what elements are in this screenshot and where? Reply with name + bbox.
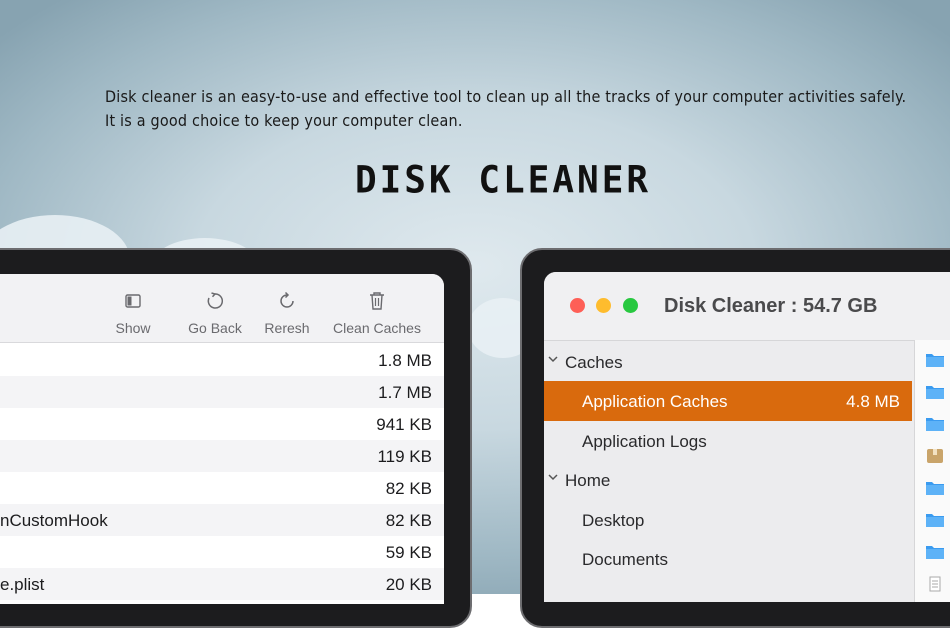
go-back-label: Go Back	[188, 320, 242, 336]
left-window: Show Go Back Reresh Clean Caches 1.8 MB …	[0, 274, 444, 604]
sidebar-item-label: Desktop	[582, 511, 645, 530]
go-back-button[interactable]: Go Back	[184, 288, 246, 336]
row-size: 1.7 MB	[378, 383, 432, 402]
folder-icon	[926, 546, 944, 559]
sidebar-item-label: Application Logs	[582, 432, 707, 451]
chevron-down-icon	[548, 356, 558, 363]
sidebar-item-application-caches[interactable]: Application Caches 4.8 MB	[544, 381, 912, 421]
window-title: Disk Cleaner : 54.7 GB	[664, 295, 878, 317]
row-name: nCustomHook	[0, 511, 108, 530]
sidebar-group-label: Home	[565, 471, 611, 490]
file-icon-column	[914, 340, 950, 602]
package-icon	[927, 449, 943, 463]
show-button[interactable]: Show	[110, 288, 156, 336]
title-bar: Disk Cleaner : 54.7 GB	[544, 272, 950, 341]
folder-icon	[926, 354, 944, 367]
row-name: e.plist	[0, 575, 45, 594]
table-row[interactable]: e.plist 20 KB	[0, 568, 444, 600]
undo-circle-icon	[184, 288, 246, 314]
folder-icon	[926, 514, 944, 527]
document-icon	[929, 576, 941, 592]
sidebar-group-caches[interactable]: Caches	[544, 342, 912, 382]
sidebar-item-application-logs[interactable]: Application Logs	[544, 421, 912, 461]
table-row[interactable]: 1.7 MB	[0, 376, 444, 408]
row-size: 119 KB	[377, 447, 432, 466]
folder-icon	[926, 386, 944, 399]
sidebar-icon	[110, 288, 156, 314]
tagline-line-2: It is a good choice to keep your compute…	[105, 111, 463, 130]
minimize-button[interactable]	[596, 298, 611, 313]
row-size: 941 KB	[376, 415, 432, 434]
table-row[interactable]: 119 KB	[0, 440, 444, 472]
sidebar-group-label: Caches	[565, 353, 623, 372]
clean-caches-label: Clean Caches	[333, 320, 421, 336]
folder-icon	[926, 418, 944, 431]
table-row[interactable]: 82 KB	[0, 472, 444, 504]
table-row[interactable]: 1.8 MB	[0, 344, 444, 376]
tagline: Disk cleaner is an easy-to-use and effec…	[105, 85, 925, 133]
sidebar-group-home[interactable]: Home	[544, 460, 912, 500]
sidebar-item-label: Application Caches	[582, 392, 728, 411]
refresh-label: Reresh	[264, 320, 310, 336]
row-size: 1.8 MB	[378, 351, 432, 370]
row-size: 82 KB	[385, 479, 432, 498]
refresh-button[interactable]: Reresh	[260, 288, 314, 336]
clean-caches-button[interactable]: Clean Caches	[328, 288, 426, 336]
right-window: Disk Cleaner : 54.7 GB Caches Applicatio…	[544, 272, 950, 602]
tagline-line-1: Disk cleaner is an easy-to-use and effec…	[105, 87, 907, 106]
zoom-button[interactable]	[623, 298, 638, 313]
row-size: 82 KB	[385, 511, 432, 530]
close-button[interactable]	[570, 298, 585, 313]
show-label: Show	[115, 320, 151, 336]
folder-icon	[926, 482, 944, 495]
table-row[interactable]: 59 KB	[0, 536, 444, 568]
table-row[interactable]: nCustomHook 82 KB	[0, 504, 444, 536]
sidebar-item-desktop[interactable]: Desktop	[544, 500, 912, 540]
row-size: 20 KB	[385, 575, 432, 594]
refresh-icon	[260, 288, 314, 314]
sidebar-item-documents[interactable]: Documents	[544, 539, 912, 579]
table-row[interactable]: 941 KB	[0, 408, 444, 440]
row-size: 59 KB	[385, 543, 432, 562]
chevron-down-icon	[548, 474, 558, 481]
sidebar-item-size: 4.8 MB	[846, 392, 900, 411]
sidebar-item-label: Documents	[582, 550, 668, 569]
trash-icon	[328, 288, 426, 314]
brand-title: DISK CLEANER	[354, 158, 652, 203]
toolbar: Show Go Back Reresh Clean Caches	[0, 274, 444, 343]
